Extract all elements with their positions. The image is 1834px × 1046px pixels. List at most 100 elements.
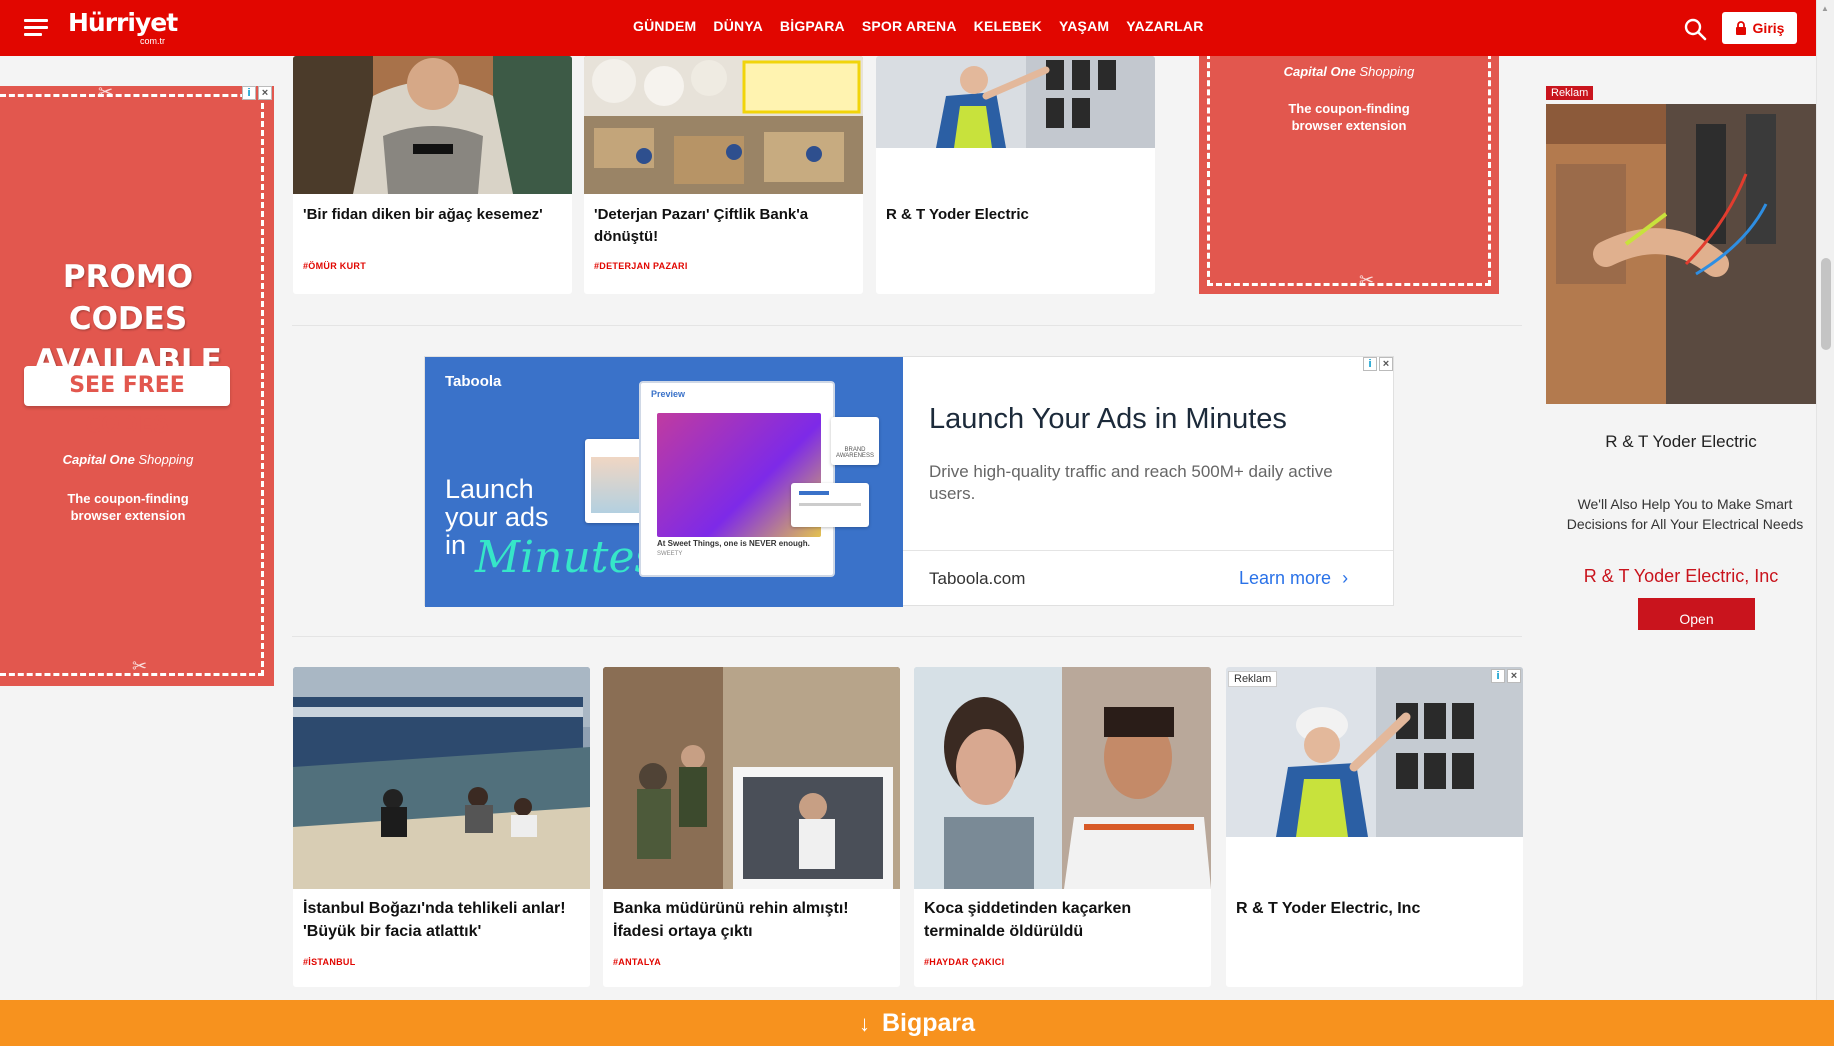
adchoices[interactable]: i × [242,86,272,100]
page-scrollbar[interactable]: ▲ [1816,0,1834,1000]
section-divider [292,636,1522,637]
ad-description: Drive high-quality traffic and reach 500… [929,462,1333,503]
news-card[interactable]: İstanbul Boğazı'nda tehlikeli anlar! 'Bü… [293,667,590,987]
site-logo[interactable]: Hürriyet [68,10,178,35]
scissors-icon: ✂ [132,656,148,676]
preview-label: Preview [651,389,686,399]
tagline-1: The coupon-finding [67,491,189,506]
scissors-icon: ✂ [1359,270,1375,290]
close-icon[interactable]: × [1379,357,1393,371]
news-tag[interactable]: #ANTALYA [613,957,661,967]
ad-tagline: The coupon-finding browser extension [1199,100,1499,134]
ad-headline[interactable]: Launch Your Ads in Minutes [929,403,1287,436]
brand-name: Capital One [62,452,135,467]
scissors-icon: ✂ [98,82,114,102]
menu-icon[interactable] [24,19,48,37]
promo-headline-1: PROMO CODES [62,259,194,337]
site-header: Hürriyet com.tr GÜNDEM DÜNYA BİGPARA SPO… [0,0,1816,56]
learn-more-button[interactable]: Learn more › [1239,568,1348,589]
section-divider [292,325,1522,326]
open-button[interactable]: Open [1638,598,1755,630]
bigpara-label: Bigpara [881,1009,976,1037]
coupon-border [1207,53,1491,286]
promo-headline: PROMO CODES AVAILABLE [0,256,256,382]
news-image[interactable] [293,667,590,889]
adchoices[interactable]: i × [1491,669,1521,683]
brand-awareness-badge: BRAND AWARENESS [831,417,879,465]
news-image[interactable] [293,56,572,194]
sponsored-title[interactable]: R & T Yoder Electric [886,204,1147,226]
ad-footer: Taboola.com Learn more › [903,550,1393,606]
capital-one-logo: Capital One Shopping [0,452,256,467]
right-sidebar-ad[interactable]: Reklam R & T Yoder Electric We'll Also H… [1546,86,1816,646]
search-icon[interactable] [1683,17,1707,41]
news-title[interactable]: Koca şiddetinden kaçarken terminalde öld… [924,897,1203,943]
scroll-thumb[interactable] [1821,258,1831,350]
launch-line-1: Launch [445,474,534,504]
news-card[interactable]: 'Bir fidan diken bir ağaç kesemez' #ÖMÜR… [293,56,572,294]
ad-company[interactable]: R & T Yoder Electric, Inc [1546,566,1816,587]
news-image[interactable] [584,56,863,194]
nav-item-kelebek[interactable]: KELEBEK [974,18,1042,34]
site-logo-sub: com.tr [140,36,166,46]
news-image[interactable] [914,667,1211,889]
lock-icon [1735,21,1746,35]
mini-headline-card [791,483,869,527]
taboola-ad[interactable]: Taboola Launch your ads in Minutes Previ… [424,356,1394,607]
tagline-2: browser extension [1291,118,1407,133]
ad-description: We'll Also Help You to Make Smart Decisi… [1566,496,1804,532]
close-icon[interactable]: × [1507,669,1521,683]
info-icon[interactable]: i [1491,669,1505,683]
sponsored-badge: Reklam [1546,86,1594,100]
nav-item-spor-arena[interactable]: SPOR ARENA [862,18,957,34]
login-label: Giriş [1752,20,1785,36]
news-image[interactable] [603,667,900,889]
news-tag[interactable]: #İSTANBUL [303,957,356,967]
preview-caption: At Sweet Things, one is NEVER enough. [657,539,810,548]
ad-tagline: The coupon-finding browser extension [0,490,256,524]
nav-item-bigpara[interactable]: BİGPARA [780,18,845,34]
ad-domain: Taboola.com [929,569,1026,588]
news-title[interactable]: İstanbul Boğazı'nda tehlikeli anlar! 'Bü… [303,897,582,943]
ad-advertiser-name[interactable]: R & T Yoder Electric [1546,432,1816,452]
ad-image[interactable] [876,56,1155,148]
ad-image[interactable] [1226,667,1523,837]
news-card[interactable]: Koca şiddetinden kaçarken terminalde öld… [914,667,1211,987]
nav-item-yazarlar[interactable]: YAZARLAR [1126,18,1203,34]
brand-suffix: Shopping [138,452,194,467]
news-title[interactable]: 'Bir fidan diken bir ağaç kesemez' [303,204,564,226]
sponsored-badge: Reklam [1228,671,1278,687]
see-free-codes-button[interactable]: SEE FREE CODES [24,366,230,438]
chevron-right-icon: › [1342,568,1349,588]
news-tag[interactable]: #ÖMÜR KURT [303,261,366,271]
login-button[interactable]: Giriş [1722,12,1797,44]
bigpara-section-bar[interactable]: ↓ Bigpara [0,1000,1834,1046]
ad-image[interactable] [1546,104,1816,404]
sponsored-card[interactable]: Reklam i × R & T Yoder Electric, Inc [1226,667,1523,987]
taboola-visual[interactable]: Taboola Launch your ads in Minutes Previ… [425,357,903,607]
launch-line-2: your ads [445,502,549,532]
arrow-down-icon: ↓ [858,1011,870,1036]
tagline-1: The coupon-finding [1288,101,1410,116]
capital-one-small-ad[interactable]: Capital One Shopping The coupon-finding … [1199,53,1499,294]
close-icon[interactable]: × [258,86,272,100]
scroll-up-icon[interactable]: ▲ [1821,4,1829,13]
left-promo-ad[interactable]: i × ✂ PROMO CODES AVAILABLE SEE FREE CODE… [0,82,274,686]
capital-one-logo: Capital One Shopping [1199,64,1499,79]
adchoices[interactable]: i × [1363,357,1393,371]
news-title[interactable]: 'Deterjan Pazarı' Çiftlik Bank'a dönüştü… [594,204,855,248]
preview-sub: SWEETY [657,551,683,557]
news-tag[interactable]: #HAYDAR ÇAKICI [924,957,1004,967]
brand-name: Capital One [1283,64,1356,79]
info-icon[interactable]: i [242,86,256,100]
sponsored-card[interactable]: R & T Yoder Electric [876,56,1155,294]
nav-item-dunya[interactable]: DÜNYA [713,18,763,34]
info-icon[interactable]: i [1363,357,1377,371]
nav-item-gundem[interactable]: GÜNDEM [633,18,696,34]
news-tag[interactable]: #DETERJAN PAZARI [594,261,688,271]
nav-item-yasam[interactable]: YAŞAM [1059,18,1109,34]
news-card[interactable]: Banka müdürünü rehin almıştı! İfadesi or… [603,667,900,987]
news-title[interactable]: Banka müdürünü rehin almıştı! İfadesi or… [613,897,892,943]
news-card[interactable]: 'Deterjan Pazarı' Çiftlik Bank'a dönüştü… [584,56,863,294]
sponsored-title[interactable]: R & T Yoder Electric, Inc [1236,897,1515,920]
